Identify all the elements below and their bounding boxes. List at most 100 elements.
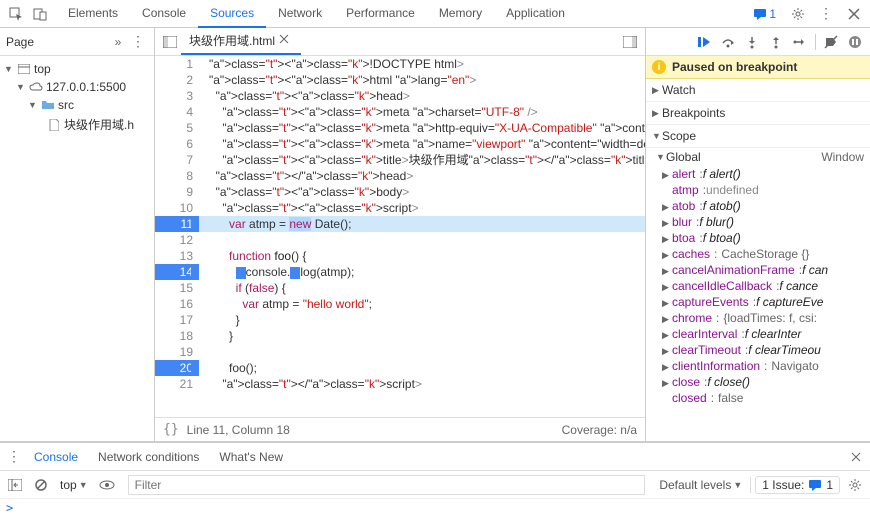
line-number[interactable]: 16	[155, 296, 199, 312]
tab-sources[interactable]: Sources	[198, 0, 266, 28]
scope-variable[interactable]: ▶atob: f atob()	[646, 198, 870, 214]
scope-global[interactable]: ▼Global Window	[646, 148, 870, 166]
code-line: "a">class="t"></"a">class="k">script>	[199, 376, 645, 392]
debugger-panel: i Paused on breakpoint ▶Watch ▶Breakpoin…	[646, 28, 870, 441]
issues-pill[interactable]: 1 Issue: 1	[755, 476, 840, 494]
line-number[interactable]: 19	[155, 344, 199, 360]
step-over-icon[interactable]	[717, 31, 739, 53]
scope-variable[interactable]: ▶cancelIdleCallback: f cance	[646, 278, 870, 294]
scope-variable[interactable]: ▶close: f close()	[646, 374, 870, 390]
close-devtools-icon[interactable]	[842, 2, 866, 26]
drawer-tab-network-conditions[interactable]: Network conditions	[88, 444, 209, 470]
code-line: function foo() {	[199, 248, 645, 264]
drawer-menu-icon[interactable]	[4, 447, 24, 467]
tab-elements[interactable]: Elements	[56, 0, 130, 28]
line-number[interactable]: 15	[155, 280, 199, 296]
line-number[interactable]: 5	[155, 120, 199, 136]
context-selector[interactable]: top ▼	[56, 478, 92, 492]
console-toolbar: top ▼ Default levels ▼ 1 Issue: 1	[0, 471, 870, 499]
log-levels-selector[interactable]: Default levels ▼	[655, 478, 746, 492]
line-number[interactable]: 17	[155, 312, 199, 328]
scope-variable[interactable]: ▶clientInformation: Navigato	[646, 358, 870, 374]
console-filter-input[interactable]	[128, 475, 646, 495]
scope-variable[interactable]: ▶captureEvents: f captureEve	[646, 294, 870, 310]
tree-host[interactable]: ▼ 127.0.0.1:5500	[0, 78, 154, 96]
code-lines: "a">class="t"><"a">class="k">!DOCTYPE ht…	[199, 56, 645, 417]
coverage-status: Coverage: n/a	[562, 423, 637, 437]
line-number[interactable]: 11	[155, 216, 199, 232]
line-number[interactable]: 8	[155, 168, 199, 184]
tab-network[interactable]: Network	[266, 0, 334, 28]
settings-icon[interactable]	[786, 2, 810, 26]
inspect-element-icon[interactable]	[4, 2, 28, 26]
line-number[interactable]: 13	[155, 248, 199, 264]
scope-variable[interactable]: ▶blur: f blur()	[646, 214, 870, 230]
line-number[interactable]: 1	[155, 56, 199, 72]
scope-section[interactable]: ▼Scope	[646, 125, 870, 148]
tab-console[interactable]: Console	[130, 0, 198, 28]
scope-variable[interactable]: ▶clearTimeout: f clearTimeou	[646, 342, 870, 358]
issues-counter[interactable]: 1	[747, 7, 782, 21]
navigator-more-icon[interactable]	[108, 32, 128, 52]
line-number[interactable]: 21	[155, 376, 199, 392]
tree-file[interactable]: 块级作用域.h	[0, 114, 154, 135]
step-into-icon[interactable]	[741, 31, 763, 53]
live-expression-icon[interactable]	[96, 474, 118, 496]
toggle-debugger-icon[interactable]	[619, 31, 641, 53]
line-number[interactable]: 10	[155, 200, 199, 216]
scope-variable[interactable]: ▶alert: f alert()	[646, 166, 870, 182]
line-number[interactable]: 6	[155, 136, 199, 152]
navigator-menu-icon[interactable]	[128, 32, 148, 52]
scope-variable[interactable]: closed: false	[646, 390, 870, 406]
device-toolbar-icon[interactable]	[28, 2, 52, 26]
code-editor[interactable]: 123456789101112131415161718192021 "a">cl…	[155, 56, 645, 417]
breakpoints-section[interactable]: ▶Breakpoints	[646, 102, 870, 125]
scope-variable[interactable]: ▶cancelAnimationFrame: f can	[646, 262, 870, 278]
line-number[interactable]: 9	[155, 184, 199, 200]
console-body[interactable]: >	[0, 499, 870, 521]
scope-variable[interactable]: atmp: undefined	[646, 182, 870, 198]
line-number[interactable]: 4	[155, 104, 199, 120]
line-number[interactable]: 7	[155, 152, 199, 168]
tab-memory[interactable]: Memory	[427, 0, 494, 28]
close-drawer-icon[interactable]	[846, 447, 866, 467]
navigator-header: Page	[0, 28, 154, 56]
code-line: "a">class="t"><"a">class="k">html "a">la…	[199, 72, 645, 88]
clear-console-icon[interactable]	[30, 474, 52, 496]
code-line: if (false) {	[199, 280, 645, 296]
scope-variable[interactable]: ▶caches: CacheStorage {}	[646, 246, 870, 262]
drawer-tab-console[interactable]: Console	[24, 444, 88, 470]
console-sidebar-icon[interactable]	[4, 474, 26, 496]
scope-variable[interactable]: ▶chrome: {loadTimes: f, csi:	[646, 310, 870, 326]
scope-variable[interactable]: ▶btoa: f btoa()	[646, 230, 870, 246]
editor-panel: 块级作用域.html 12345678910111213141516171819…	[155, 28, 646, 441]
step-icon[interactable]	[789, 31, 811, 53]
line-number[interactable]: 20	[155, 360, 199, 376]
tab-performance[interactable]: Performance	[334, 0, 427, 28]
close-tab-icon[interactable]	[279, 34, 293, 48]
tab-application[interactable]: Application	[494, 0, 577, 28]
watch-section[interactable]: ▶Watch	[646, 79, 870, 102]
line-number[interactable]: 14	[155, 264, 199, 280]
window-icon	[16, 62, 32, 76]
scope-variable[interactable]: ▶clearInterval: f clearInter	[646, 326, 870, 342]
pause-exceptions-icon[interactable]	[844, 31, 866, 53]
tree-top[interactable]: ▼ top	[0, 60, 154, 78]
deactivate-breakpoints-icon[interactable]	[820, 31, 842, 53]
line-number[interactable]: 3	[155, 88, 199, 104]
line-number[interactable]: 2	[155, 72, 199, 88]
open-file-tab[interactable]: 块级作用域.html	[181, 28, 301, 55]
line-number[interactable]: 18	[155, 328, 199, 344]
console-settings-icon[interactable]	[844, 474, 866, 496]
tree-folder[interactable]: ▼ src	[0, 96, 154, 114]
step-out-icon[interactable]	[765, 31, 787, 53]
code-line: "a">class="t"><"a">class="k">meta "a">na…	[199, 136, 645, 152]
toggle-navigator-icon[interactable]	[159, 31, 181, 53]
more-menu-icon[interactable]	[814, 2, 838, 26]
code-line: "a">class="t"><"a">class="k">meta "a">ch…	[199, 104, 645, 120]
drawer-tab-whats-new[interactable]: What's New	[209, 444, 293, 470]
line-gutter[interactable]: 123456789101112131415161718192021	[155, 56, 199, 417]
line-number[interactable]: 12	[155, 232, 199, 248]
resume-icon[interactable]	[693, 31, 715, 53]
pretty-print-icon[interactable]: {}	[163, 422, 179, 437]
